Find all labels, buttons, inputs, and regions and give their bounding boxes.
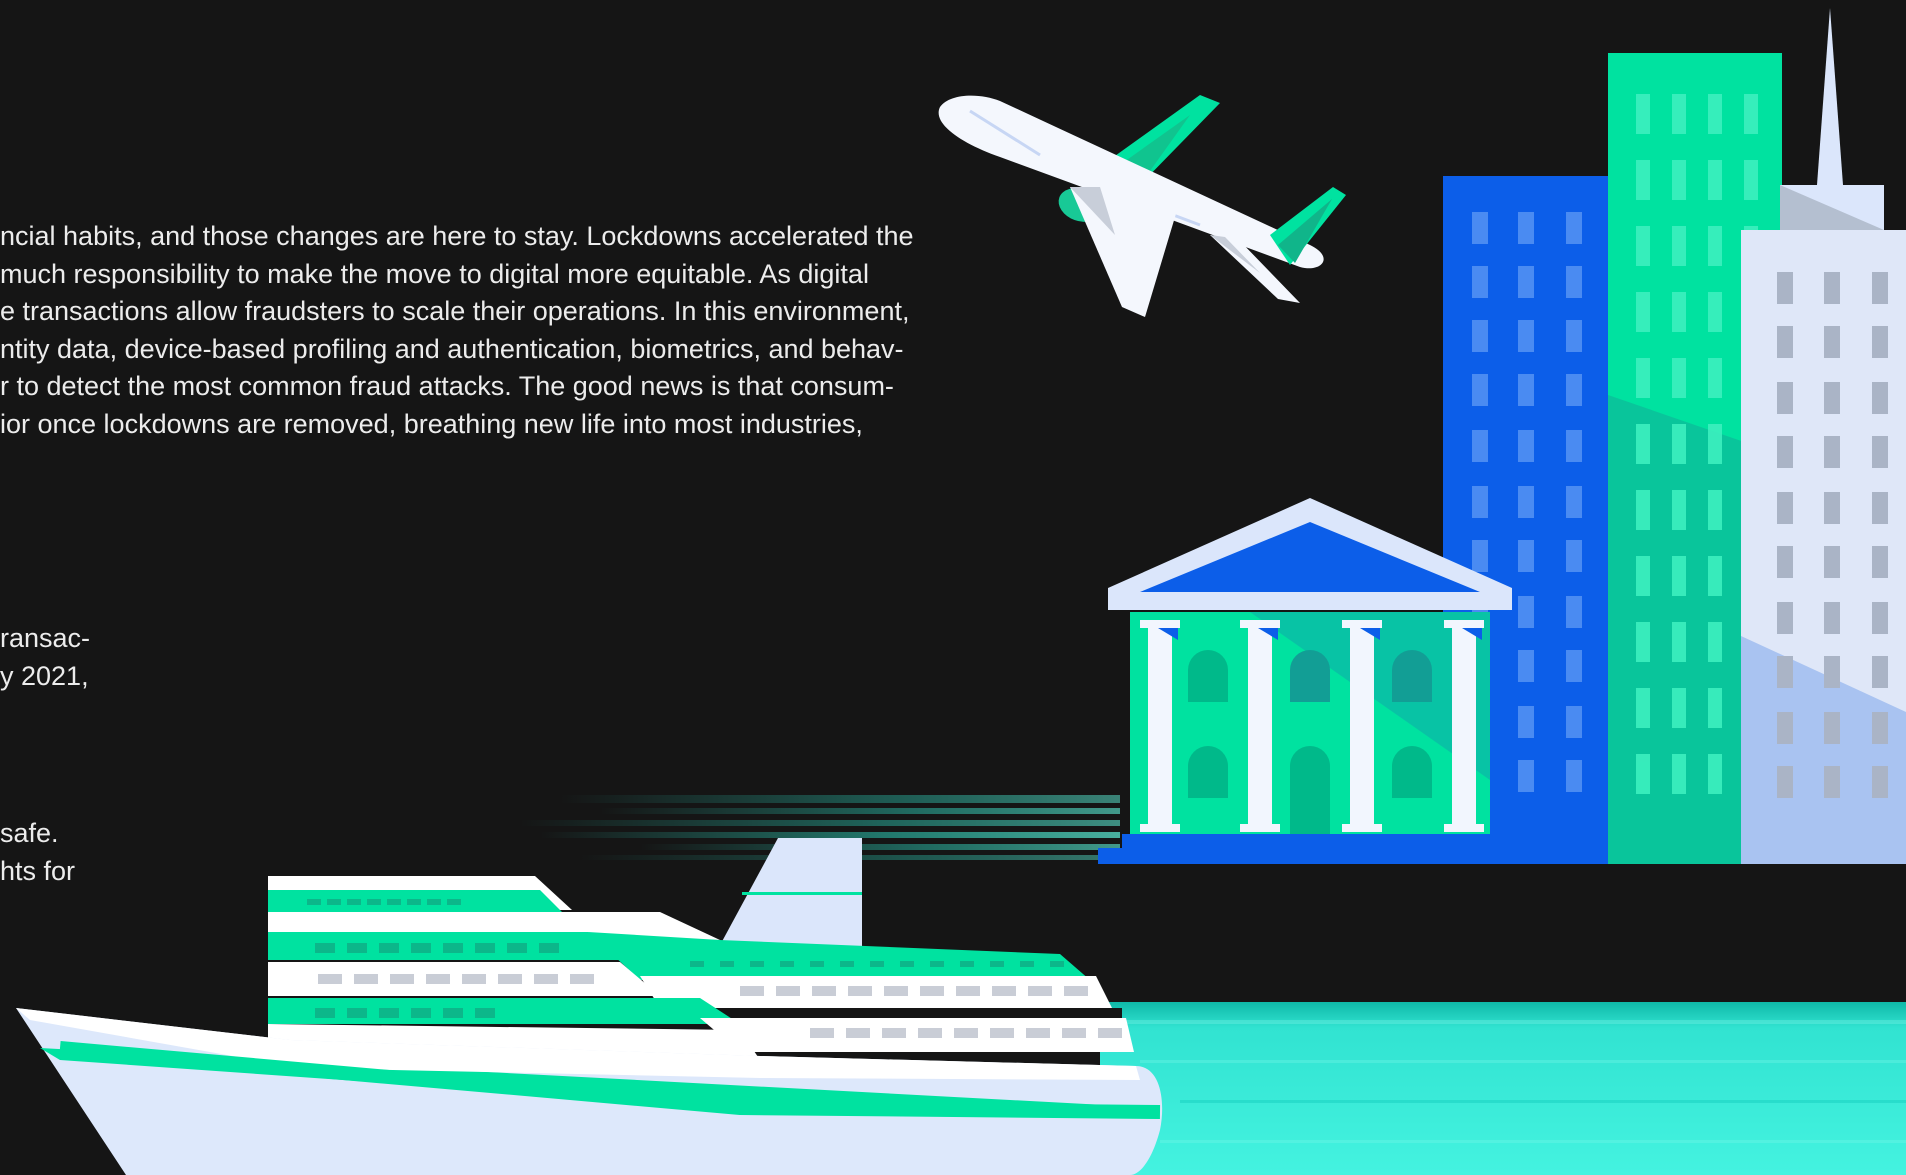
city-skyline-illustration [1443, 8, 1906, 864]
airplane-illustration [938, 95, 1346, 317]
cruise-ship-illustration [16, 838, 1163, 1175]
travel-city-illustration [16, 8, 1906, 1175]
